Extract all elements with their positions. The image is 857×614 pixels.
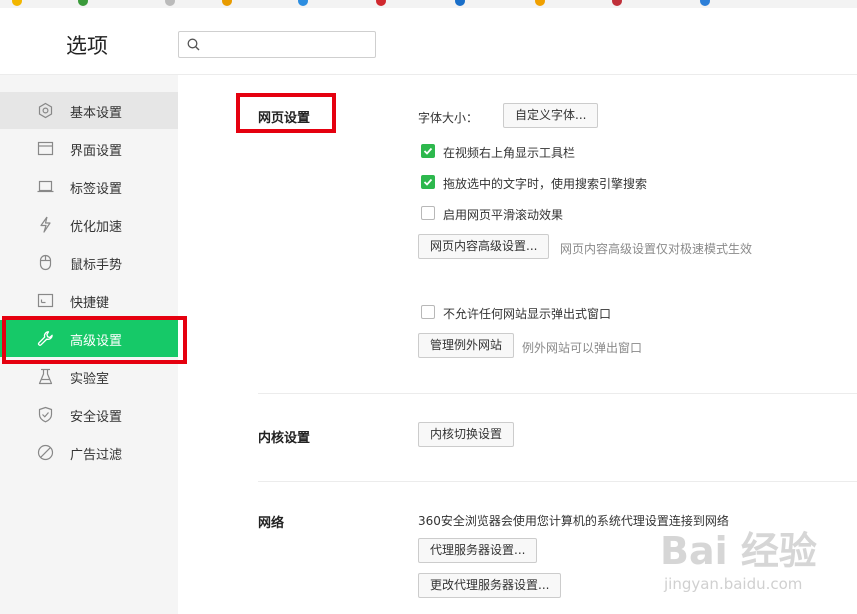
sidebar-item-adblock[interactable]: 广告过滤 xyxy=(0,434,178,471)
smooth-scroll-checkbox[interactable] xyxy=(421,206,435,220)
font-size-label: 字体大小： xyxy=(418,111,479,125)
section-divider xyxy=(258,481,857,482)
advanced-content-hint: 网页内容高级设置仅对极速模式生效 xyxy=(560,242,753,256)
sidebar-item-label: 高级设置 xyxy=(70,334,123,349)
section-title-kernel: 内核设置 xyxy=(258,431,311,446)
drag-search-checkbox[interactable] xyxy=(421,175,435,189)
block-popups-label: 不允许任何网站显示弹出式窗口 xyxy=(443,307,612,321)
options-header: 选项 xyxy=(0,8,857,75)
bookmark-item[interactable] xyxy=(12,0,25,6)
sidebar-item-label: 优化加速 xyxy=(70,220,123,235)
exceptions-hint: 例外网站可以弹出窗口 xyxy=(522,341,643,355)
sidebar-item-tabs[interactable]: 标签设置 xyxy=(0,168,178,205)
bookmark-item[interactable] xyxy=(165,0,178,6)
sidebar-item-lab[interactable]: 实验室 xyxy=(0,358,178,395)
kernel-switch-button[interactable]: 内核切换设置 xyxy=(418,422,515,447)
sidebar-item-label: 鼠标手势 xyxy=(70,258,123,273)
sidebar-item-interface[interactable]: 界面设置 xyxy=(0,130,178,167)
sidebar-item-label: 广告过滤 xyxy=(70,448,123,463)
watermark-logo: Bai 经验 xyxy=(660,529,817,573)
bookmark-item[interactable] xyxy=(612,0,625,6)
drag-search-label: 拖放选中的文字时，使用搜索引擎搜索 xyxy=(443,177,648,191)
custom-font-button[interactable]: 自定义字体... xyxy=(503,103,599,128)
window-icon xyxy=(37,141,54,156)
section-divider xyxy=(258,393,857,394)
search-icon xyxy=(187,38,200,51)
show-toolbar-label: 在视频右上角显示工具栏 xyxy=(443,146,576,160)
sidebar-item-label: 实验室 xyxy=(70,372,110,387)
sidebar-item-label: 快捷键 xyxy=(70,296,110,311)
show-toolbar-checkbox[interactable] xyxy=(421,144,435,158)
sidebar-item-security[interactable]: 安全设置 xyxy=(0,396,178,433)
sidebar-item-advanced[interactable]: 高级设置 xyxy=(0,320,178,357)
sidebar: 基本设置 界面设置 标签设置 优化加速 鼠标手势 快捷键 高级设置 实验室 安全… xyxy=(0,75,178,614)
bookmark-item[interactable] xyxy=(455,0,468,6)
sidebar-item-label: 基本设置 xyxy=(70,106,123,121)
gear-icon xyxy=(38,102,53,119)
check-icon xyxy=(423,147,433,155)
search-input[interactable] xyxy=(205,35,374,56)
block-icon xyxy=(37,444,54,461)
sidebar-item-shortcuts[interactable]: 快捷键 xyxy=(0,282,178,319)
sidebar-item-label: 界面设置 xyxy=(70,144,123,159)
mouse-icon xyxy=(39,254,52,271)
baidu-watermark: Bai 经验 jingyan.baidu.com xyxy=(660,520,850,610)
sidebar-item-label: 标签设置 xyxy=(70,182,123,197)
advanced-content-settings-button[interactable]: 网页内容高级设置... xyxy=(418,234,550,259)
flask-icon xyxy=(38,368,53,385)
keyboard-icon xyxy=(37,293,54,308)
section-title-webpage: 网页设置 xyxy=(258,111,311,126)
bookmark-item[interactable] xyxy=(78,0,91,6)
shield-icon xyxy=(38,406,53,423)
block-popups-checkbox[interactable] xyxy=(421,305,435,319)
check-icon xyxy=(423,178,433,186)
smooth-scroll-label: 启用网页平滑滚动效果 xyxy=(443,208,564,222)
proxy-settings-button[interactable]: 代理服务器设置... xyxy=(418,538,538,563)
section-title-network: 网络 xyxy=(258,516,285,531)
wrench-icon xyxy=(37,331,53,346)
bookmark-item[interactable] xyxy=(535,0,548,6)
bookmark-item[interactable] xyxy=(700,0,713,6)
manage-exceptions-button[interactable]: 管理例外网站 xyxy=(418,333,515,358)
change-proxy-settings-button[interactable]: 更改代理服务器设置... xyxy=(418,573,562,598)
bookmark-item[interactable] xyxy=(298,0,311,6)
tab-icon xyxy=(37,180,54,193)
page-title: 选项 xyxy=(66,34,108,58)
bookmark-item[interactable] xyxy=(222,0,235,6)
sidebar-item-mouse[interactable]: 鼠标手势 xyxy=(0,244,178,281)
lightning-icon xyxy=(40,216,51,233)
bookmark-item[interactable] xyxy=(376,0,389,6)
sidebar-item-basic[interactable]: 基本设置 xyxy=(0,92,178,129)
sidebar-item-speed[interactable]: 优化加速 xyxy=(0,206,178,243)
watermark-url: jingyan.baidu.com xyxy=(664,575,803,593)
search-box[interactable] xyxy=(178,31,376,58)
sidebar-item-label: 安全设置 xyxy=(70,410,123,425)
